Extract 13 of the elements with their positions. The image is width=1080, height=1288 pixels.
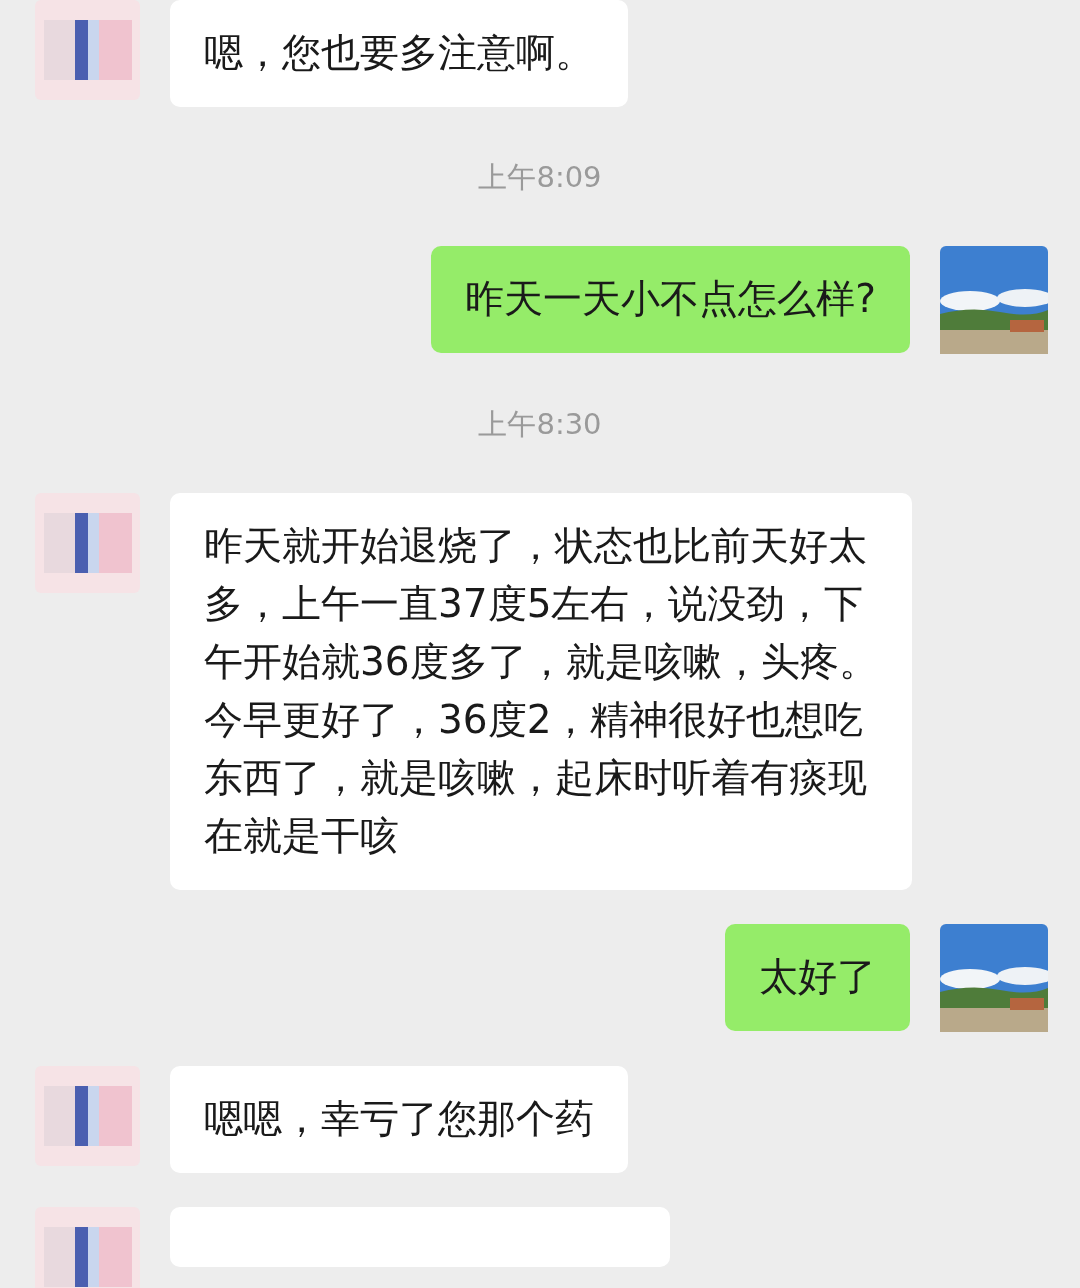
- avatar-photo-placeholder[interactable]: [35, 1066, 140, 1166]
- avatar-photo-placeholder[interactable]: [35, 0, 140, 100]
- timestamp: 上午8:30: [478, 406, 602, 443]
- avatar-photo-placeholder[interactable]: [35, 493, 140, 593]
- landscape-avatar-drawing[interactable]: [940, 924, 1048, 1032]
- message-bubble: 嗯，您也要多注意啊。: [170, 0, 628, 107]
- message-bubble: 昨天就开始退烧了，状态也比前天好太多，上午一直37度5左右，说没劲，下午开始就36度多了，就是咳嗽，头疼。今早更好了，36度2，精神很好也想吃东西了，就是咳嗽，起床时听着有痰现在就是干咳: [170, 493, 912, 890]
- message-bubble: 嗯嗯，幸亏了您那个药: [170, 1066, 628, 1173]
- message-bubble: 昨天一天小不点怎么样?: [431, 246, 910, 353]
- avatar-photo-placeholder[interactable]: [35, 1207, 140, 1288]
- landscape-avatar-drawing[interactable]: [940, 246, 1048, 354]
- timestamp: 上午8:09: [478, 159, 602, 196]
- message-bubble: 太好了: [725, 924, 910, 1031]
